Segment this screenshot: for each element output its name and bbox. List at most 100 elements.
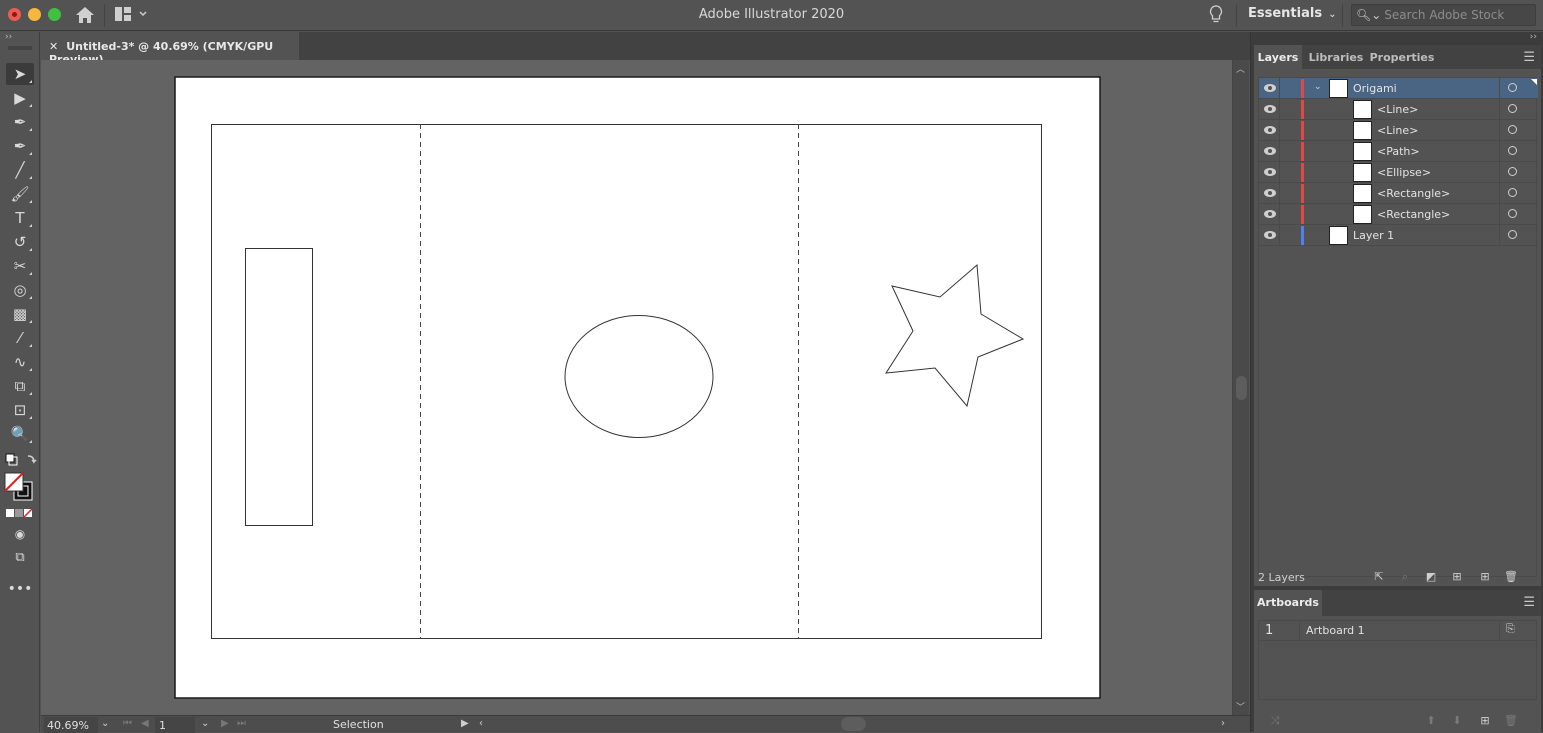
- target-circle-icon[interactable]: [1508, 125, 1517, 134]
- rearrange-artboards-icon[interactable]: ⤨: [1268, 714, 1282, 728]
- eyedropper-tool[interactable]: ⁄: [6, 327, 34, 349]
- next-artboard-icon[interactable]: ▶: [221, 718, 229, 729]
- target-circle-icon[interactable]: [1508, 104, 1517, 113]
- artboard[interactable]: [174, 76, 1101, 699]
- layer-name[interactable]: <Line>: [1377, 103, 1418, 116]
- draw-mode-icon[interactable]: ◉: [6, 523, 34, 545]
- horizontal-scroll-thumb[interactable]: [841, 717, 866, 731]
- artboard-options-icon[interactable]: ⎘: [1506, 622, 1515, 636]
- paintbrush-tool[interactable]: 🖌: [6, 183, 34, 205]
- target-circle-icon[interactable]: [1508, 188, 1517, 197]
- scroll-down-icon[interactable]: ﹀: [1236, 700, 1245, 713]
- status-menu-icon[interactable]: ▶: [461, 718, 469, 729]
- layer-name[interactable]: Origami: [1353, 82, 1397, 95]
- move-down-icon[interactable]: ⬇: [1450, 714, 1464, 728]
- artboard-tool[interactable]: ⊡: [6, 399, 34, 421]
- layer-row[interactable]: <Rectangle>: [1259, 204, 1538, 225]
- document-tab[interactable]: ✕Untitled-3* @ 40.69% (CMYK/GPU Preview): [41, 32, 299, 66]
- layer-row[interactable]: <Line>: [1259, 120, 1538, 141]
- clipping-mask-icon[interactable]: ◩: [1424, 570, 1438, 584]
- layer-row[interactable]: <Ellipse>: [1259, 162, 1538, 183]
- close-tab-icon[interactable]: ✕: [49, 40, 58, 53]
- default-fill-stroke-icon[interactable]: [4, 452, 38, 470]
- panel-menu-icon[interactable]: ☰: [1523, 595, 1535, 610]
- type-tool[interactable]: T: [6, 207, 34, 229]
- new-sublayer-icon[interactable]: ⊞: [1450, 570, 1464, 584]
- artboard-row[interactable]: 1 Artboard 1 ⎘: [1259, 621, 1538, 641]
- scroll-right-icon[interactable]: ›: [1221, 718, 1225, 729]
- line-segment-tool[interactable]: ╱: [6, 159, 34, 181]
- shape-builder-tool[interactable]: ◎: [6, 279, 34, 301]
- zoom-tool[interactable]: 🔍: [6, 423, 34, 445]
- panel-menu-icon[interactable]: ☰: [1523, 50, 1535, 65]
- tab-artboards[interactable]: Artboards: [1254, 590, 1322, 616]
- export-icon[interactable]: ⇱: [1372, 570, 1386, 584]
- stock-search-input[interactable]: 🔍︎⌄ Search Adobe Stock: [1351, 4, 1536, 26]
- last-artboard-icon[interactable]: ⏭: [237, 718, 246, 729]
- direct-selection-tool[interactable]: ▶: [6, 87, 34, 109]
- delete-artboard-icon[interactable]: 🗑: [1504, 714, 1518, 728]
- layer-name[interactable]: <Ellipse>: [1377, 166, 1431, 179]
- new-layer-icon[interactable]: ⊞: [1478, 570, 1492, 584]
- artboard-number-field[interactable]: 1: [155, 717, 195, 733]
- eye-icon[interactable]: [1263, 228, 1277, 242]
- eye-icon[interactable]: [1263, 81, 1277, 95]
- symbol-sprayer-tool[interactable]: ⧉: [6, 375, 34, 397]
- previous-artboard-icon[interactable]: ◀: [141, 718, 149, 729]
- status-label[interactable]: Selection: [333, 718, 384, 731]
- zoom-dropdown-icon[interactable]: ⌄: [101, 718, 109, 729]
- move-up-icon[interactable]: ⬆: [1424, 714, 1438, 728]
- target-circle-icon[interactable]: [1508, 167, 1517, 176]
- fill-stroke-swatches[interactable]: [4, 472, 36, 502]
- pen-tool[interactable]: ✒: [6, 111, 34, 133]
- layer-name[interactable]: <Rectangle>: [1377, 187, 1450, 200]
- vertical-scrollbar[interactable]: ︿ ﹀: [1232, 60, 1249, 715]
- delete-layer-icon[interactable]: 🗑: [1504, 570, 1518, 584]
- scissors-tool[interactable]: ✂: [6, 255, 34, 277]
- chevron-down-icon[interactable]: ⌄: [1314, 82, 1322, 92]
- edit-toolbar-icon[interactable]: •••: [6, 578, 34, 600]
- layer-row[interactable]: <Path>: [1259, 141, 1538, 162]
- gradient-tool[interactable]: ▩: [6, 303, 34, 325]
- eye-icon[interactable]: [1263, 123, 1277, 137]
- eye-icon[interactable]: [1263, 207, 1277, 221]
- target-circle-icon[interactable]: [1508, 146, 1517, 155]
- artboard-dropdown-icon[interactable]: ⌄: [201, 718, 209, 729]
- target-circle-icon[interactable]: [1508, 209, 1517, 218]
- vertical-scroll-thumb[interactable]: [1236, 376, 1247, 400]
- layer-row[interactable]: <Rectangle>: [1259, 183, 1538, 204]
- puppet-warp-tool[interactable]: ∿: [6, 351, 34, 373]
- locate-object-icon[interactable]: ⌕: [1398, 570, 1412, 584]
- panel-grip[interactable]: [8, 46, 32, 50]
- layer-name[interactable]: <Path>: [1377, 145, 1420, 158]
- first-artboard-icon[interactable]: ⏮: [123, 718, 132, 729]
- layer-row[interactable]: Layer 1: [1259, 225, 1538, 246]
- layer-row[interactable]: <Line>: [1259, 99, 1538, 120]
- tab-libraries[interactable]: Libraries: [1306, 45, 1366, 69]
- zoom-level-field[interactable]: 40.69%: [44, 717, 98, 733]
- new-artboard-icon[interactable]: ⊞: [1478, 714, 1492, 728]
- layer-row[interactable]: ⌄ Origami: [1259, 78, 1538, 99]
- screen-mode-icon[interactable]: ⧉: [6, 546, 34, 568]
- selection-tool[interactable]: ➤: [6, 63, 34, 85]
- target-circle-icon[interactable]: [1508, 83, 1517, 92]
- artboard-name[interactable]: Artboard 1: [1306, 624, 1365, 637]
- layer-name[interactable]: <Line>: [1377, 124, 1418, 137]
- scroll-left-icon[interactable]: ‹: [479, 718, 483, 729]
- collapse-dock-icon[interactable]: ››: [1530, 32, 1537, 42]
- workspace-switcher[interactable]: Essentials ⌄: [1248, 6, 1336, 21]
- eye-icon[interactable]: [1263, 186, 1277, 200]
- eye-icon[interactable]: [1263, 165, 1277, 179]
- layer-name[interactable]: Layer 1: [1353, 229, 1394, 242]
- tab-layers[interactable]: Layers: [1254, 45, 1302, 69]
- eye-icon[interactable]: [1263, 102, 1277, 116]
- lightbulb-icon[interactable]: [1208, 4, 1224, 26]
- collapse-toolbar-icon[interactable]: ››: [5, 32, 12, 42]
- curvature-tool[interactable]: ✒: [6, 135, 34, 157]
- layer-name[interactable]: <Rectangle>: [1377, 208, 1450, 221]
- eye-icon[interactable]: [1263, 144, 1277, 158]
- tab-properties[interactable]: Properties: [1368, 45, 1436, 69]
- scroll-up-icon[interactable]: ︿: [1236, 62, 1245, 75]
- rotate-tool[interactable]: ↺: [6, 231, 34, 253]
- canvas[interactable]: [41, 60, 1232, 715]
